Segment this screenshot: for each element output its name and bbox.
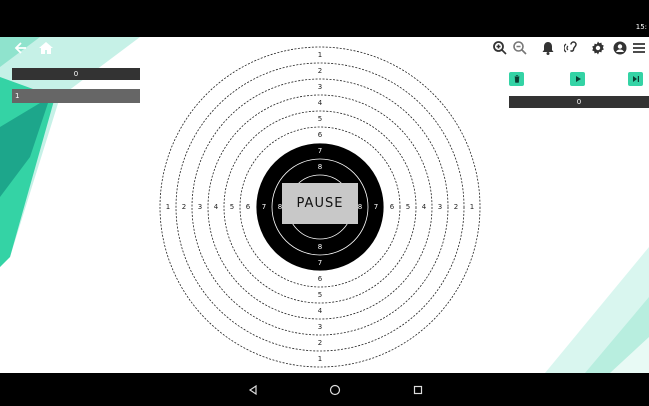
hearing-button[interactable] [564, 40, 580, 56]
settings-button[interactable] [590, 40, 606, 56]
ring-label-right: 5 [406, 203, 410, 211]
ring-label-right: 4 [422, 203, 427, 211]
left-panel-header: 0 [12, 68, 140, 80]
account-button[interactable] [612, 40, 628, 56]
left-panel-header-value: 0 [73, 70, 79, 78]
ring-label-top: 2 [318, 67, 322, 75]
ring-label-left: 6 [246, 203, 251, 211]
back-arrow-button[interactable] [13, 40, 29, 56]
ring-label-bottom: 4 [318, 307, 323, 315]
home-icon [39, 42, 53, 54]
skip-next-icon [632, 76, 639, 82]
ring-label-bottom: 5 [318, 291, 322, 299]
delete-button[interactable] [509, 72, 524, 86]
play-icon [575, 76, 581, 82]
ring-label-right: 2 [454, 203, 458, 211]
left-panel-row-value: 1 [15, 92, 20, 100]
trash-icon [514, 75, 519, 83]
ring-label-top: 8 [318, 163, 322, 171]
nav-recents-button[interactable] [398, 373, 438, 406]
play-button[interactable] [570, 72, 585, 86]
ring-label-left: 5 [230, 203, 234, 211]
ring-label-left: 1 [166, 203, 170, 211]
zoom-in-button[interactable] [492, 40, 508, 56]
bell-icon [542, 42, 554, 55]
account-icon [613, 41, 627, 55]
ring-label-top: 5 [318, 115, 322, 123]
nav-back-icon [248, 384, 257, 395]
home-button[interactable] [38, 40, 54, 56]
ring-label-bottom: 7 [318, 259, 322, 267]
ring-label-left: 3 [198, 203, 202, 211]
ring-label-top: 3 [318, 83, 322, 91]
ring-label-bottom: 8 [318, 243, 322, 251]
right-panel-counter-value: 0 [576, 98, 582, 106]
nav-home-icon [329, 384, 341, 395]
gear-icon [592, 41, 604, 55]
ring-label-right: 1 [470, 203, 474, 211]
zoom-out-icon [513, 41, 527, 55]
nav-home-button[interactable] [315, 373, 355, 406]
ring-label-bottom: 2 [318, 339, 322, 347]
ring-label-bottom: 6 [318, 275, 323, 283]
nav-recents-icon [413, 385, 423, 394]
pause-label: PAUSE [296, 196, 344, 211]
ring-label-top: 4 [318, 99, 323, 107]
ring-label-bottom: 3 [318, 323, 322, 331]
menu-icon [633, 43, 645, 53]
zoom-in-icon [493, 41, 507, 55]
back-arrow-icon [14, 42, 26, 54]
hearing-icon [564, 41, 577, 53]
pause-overlay[interactable]: PAUSE [282, 183, 358, 224]
notification-button[interactable] [540, 40, 556, 56]
left-panel-row[interactable]: 1 [12, 89, 140, 103]
ring-label-top: 6 [318, 131, 323, 139]
nav-back-button[interactable] [233, 373, 273, 406]
android-nav-bar [0, 373, 649, 406]
ring-label-top: 1 [318, 51, 322, 59]
ring-label-right: 7 [374, 203, 378, 211]
status-bar: 15: [0, 0, 649, 37]
zoom-out-button[interactable] [512, 40, 528, 56]
app-surface: 0 1 0 1 2 3 4 5 6 7 8 8 7 6 5 4 3 2 1 1 … [0, 37, 649, 373]
ring-label-left: 4 [214, 203, 219, 211]
ring-label-left: 7 [262, 203, 266, 211]
menu-button[interactable] [631, 40, 647, 56]
ring-label-right: 3 [438, 203, 442, 211]
ring-label-right: 8 [358, 203, 362, 211]
status-clock: 15: [635, 23, 647, 31]
ring-label-right: 6 [390, 203, 395, 211]
right-panel-counter: 0 [509, 96, 649, 108]
ring-label-top: 7 [318, 147, 322, 155]
ring-label-left: 2 [182, 203, 186, 211]
skip-next-button[interactable] [628, 72, 643, 86]
ring-label-bottom: 1 [318, 355, 322, 363]
